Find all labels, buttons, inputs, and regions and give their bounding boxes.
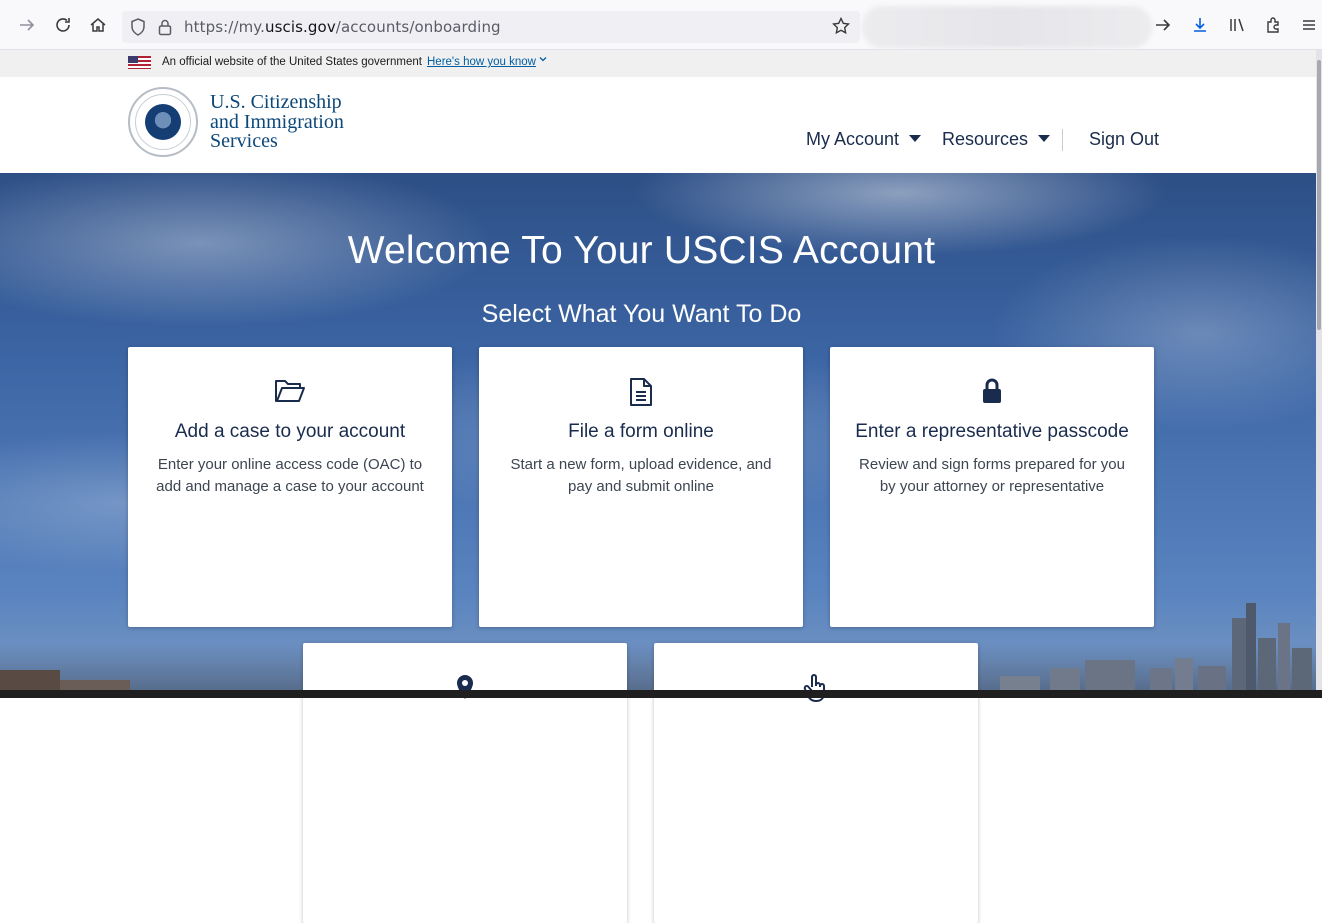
reload-icon[interactable] — [50, 12, 76, 38]
download-icon[interactable] — [1187, 12, 1213, 38]
card-add-case[interactable]: Add a case to your account Enter your on… — [128, 347, 452, 627]
lock-icon — [830, 377, 1154, 409]
arrow-right-icon[interactable] — [1150, 12, 1176, 38]
page-subtitle: Select What You Want To Do — [481, 300, 802, 328]
card-title: File a form online — [568, 421, 714, 442]
nav-divider — [1062, 129, 1063, 151]
url-text: https://my.uscis.gov/accounts/onboarding — [184, 18, 501, 36]
folder-open-icon — [128, 377, 452, 409]
forward-icon[interactable] — [14, 12, 40, 38]
blurred-region — [862, 6, 1152, 48]
site-header: U.S. Citizenship and Immigration Service… — [0, 77, 1316, 173]
agency-name[interactable]: U.S. Citizenship and Immigration Service… — [210, 91, 344, 152]
card-description: Start a new form, upload evidence, and p… — [510, 456, 772, 495]
caret-down-icon — [909, 135, 922, 142]
hero-section: Welcome To Your USCIS Account Select Wha… — [0, 173, 1316, 923]
card-description: Enter your online access code (OAC) to a… — [156, 456, 424, 495]
page-title: Welcome To Your USCIS Account — [347, 229, 936, 272]
extensions-icon[interactable] — [1260, 12, 1286, 38]
agency-name-line3: Services — [210, 130, 278, 152]
browser-toolbar: https://my.uscis.gov/accounts/onboarding — [0, 0, 1322, 50]
nav-my-account[interactable]: My Account — [806, 129, 922, 150]
card-title: Enter a representative passcode — [855, 421, 1129, 442]
nav-resources-label: Resources — [942, 129, 1029, 149]
card-description: Review and sign forms prepared for you b… — [859, 456, 1125, 495]
bookmark-star-icon[interactable] — [831, 16, 851, 40]
location-pin-icon — [303, 673, 627, 705]
heres-how-you-know-link[interactable]: Here's how you know — [427, 56, 536, 68]
pointer-hand-icon — [654, 673, 978, 705]
card-title: Add a case to your account — [174, 421, 406, 442]
address-bar[interactable]: https://my.uscis.gov/accounts/onboarding — [122, 11, 860, 43]
us-flag-icon — [128, 56, 151, 69]
menu-icon[interactable] — [1296, 12, 1322, 38]
nav-my-account-label: My Account — [806, 129, 900, 149]
chevron-down-icon[interactable] — [538, 54, 548, 67]
caret-down-icon — [1038, 135, 1051, 142]
card-pointer[interactable] — [654, 643, 978, 923]
agency-name-line1: U.S. Citizenship — [210, 91, 342, 113]
os-taskbar — [0, 690, 1322, 698]
padlock-icon[interactable] — [158, 18, 172, 41]
card-file-form[interactable]: File a form online Start a new form, upl… — [479, 347, 803, 627]
shield-icon[interactable] — [130, 18, 146, 41]
gov-banner-text: An official website of the United States… — [162, 56, 422, 68]
home-icon[interactable] — [85, 12, 111, 38]
nav-sign-out[interactable]: Sign Out — [1089, 129, 1159, 150]
document-icon — [479, 377, 803, 409]
nav-resources[interactable]: Resources — [942, 129, 1051, 150]
library-icon[interactable] — [1224, 12, 1250, 38]
card-representative-passcode[interactable]: Enter a representative passcode Review a… — [830, 347, 1154, 627]
dhs-seal-logo[interactable] — [128, 87, 198, 157]
scrollbar-thumb[interactable] — [1317, 60, 1321, 330]
card-location[interactable] — [303, 643, 627, 923]
gov-banner: An official website of the United States… — [0, 50, 1322, 77]
